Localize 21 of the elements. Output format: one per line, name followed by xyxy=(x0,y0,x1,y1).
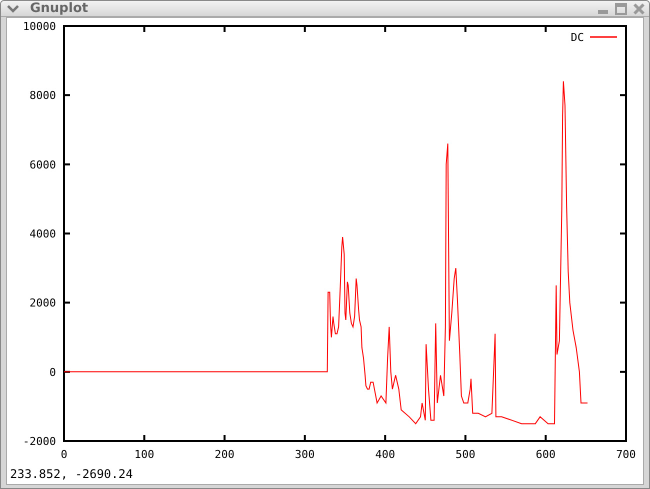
window-title: Gnuplot xyxy=(30,1,90,16)
close-icon[interactable] xyxy=(633,2,645,14)
x-tick-label: 0 xyxy=(60,448,68,461)
menu-icon[interactable] xyxy=(6,4,20,14)
x-tick-label: 400 xyxy=(375,448,396,461)
x-tick-label: 600 xyxy=(536,448,556,461)
y-tick-label: 8000 xyxy=(30,89,56,102)
legend-label: DC xyxy=(570,31,584,44)
x-tick-label: 100 xyxy=(134,448,154,461)
y-tick-label: 10000 xyxy=(22,20,56,33)
x-tick-label: 300 xyxy=(294,448,315,461)
x-tick-label: 700 xyxy=(616,448,636,461)
x-tick-label: 200 xyxy=(214,448,234,461)
maximize-icon[interactable] xyxy=(615,2,627,14)
y-tick-label: -2000 xyxy=(22,435,56,448)
y-tick-label: 0 xyxy=(49,366,56,379)
y-tick-label: 2000 xyxy=(30,296,56,310)
x-tick-label: 500 xyxy=(456,448,476,461)
y-tick-label: 6000 xyxy=(30,158,56,172)
y-tick-label: 4000 xyxy=(30,228,56,240)
status-text: 233.852, -2690.24 xyxy=(9,466,134,483)
